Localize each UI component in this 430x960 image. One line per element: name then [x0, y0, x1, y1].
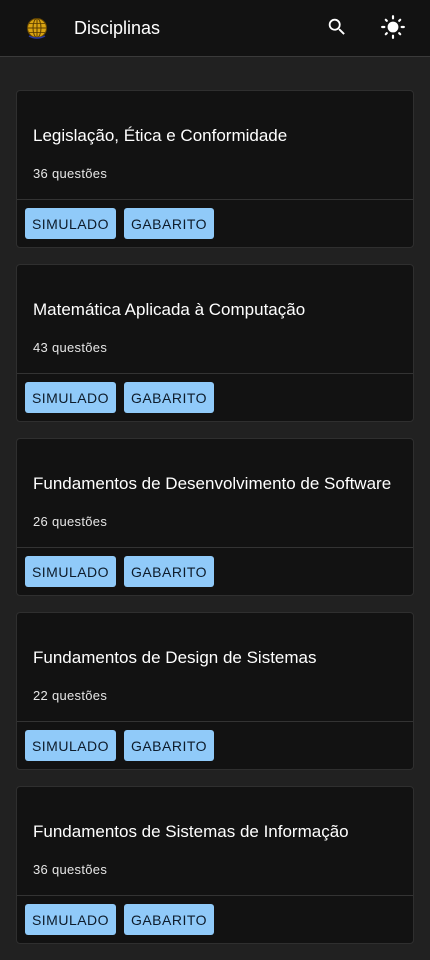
gabarito-button[interactable]: GABARITO [124, 730, 214, 761]
card-divider [17, 721, 413, 722]
gabarito-button[interactable]: GABARITO [124, 904, 214, 935]
gabarito-button[interactable]: GABARITO [124, 208, 214, 239]
globe-logo-icon [26, 17, 48, 39]
discipline-card: Legislação, Ética e Conformidade 36 ques… [16, 90, 414, 248]
gabarito-button[interactable]: GABARITO [124, 556, 214, 587]
simulado-button[interactable]: SIMULADO [25, 556, 116, 587]
discipline-card: Fundamentos de Design de Sistemas 22 que… [16, 612, 414, 770]
simulado-button[interactable]: SIMULADO [25, 904, 116, 935]
discipline-card: Fundamentos de Sistemas de Informação 36… [16, 786, 414, 944]
app-bar: Disciplinas [0, 0, 430, 57]
card-divider [17, 895, 413, 896]
search-icon [326, 16, 348, 43]
discipline-title: Fundamentos de Sistemas de Informação [33, 822, 349, 841]
question-count: 22 questões [33, 688, 108, 703]
discipline-title: Fundamentos de Desenvolvimento de Softwa… [33, 474, 392, 493]
discipline-card: Fundamentos de Desenvolvimento de Softwa… [16, 438, 414, 596]
gabarito-button[interactable]: GABARITO [124, 382, 214, 413]
discipline-title: Fundamentos de Design de Sistemas [33, 648, 317, 667]
question-count: 36 questões [33, 862, 108, 877]
simulado-button[interactable]: SIMULADO [25, 208, 116, 239]
question-count: 26 questões [33, 514, 108, 529]
card-divider [17, 373, 413, 374]
question-count: 36 questões [33, 166, 108, 181]
page-title: Disciplinas [74, 18, 161, 38]
sun-icon [380, 14, 406, 45]
discipline-title: Matemática Aplicada à Computação [33, 300, 306, 319]
card-divider [17, 547, 413, 548]
question-count: 43 questões [33, 340, 108, 355]
simulado-button[interactable]: SIMULADO [25, 730, 116, 761]
search-button[interactable] [322, 14, 352, 44]
simulado-button[interactable]: SIMULADO [25, 382, 116, 413]
discipline-list: Legislação, Ética e Conformidade 36 ques… [16, 90, 414, 960]
discipline-card: Matemática Aplicada à Computação 43 ques… [16, 264, 414, 422]
discipline-title: Legislação, Ética e Conformidade [33, 126, 288, 145]
theme-toggle-button[interactable] [378, 14, 408, 44]
card-divider [17, 199, 413, 200]
